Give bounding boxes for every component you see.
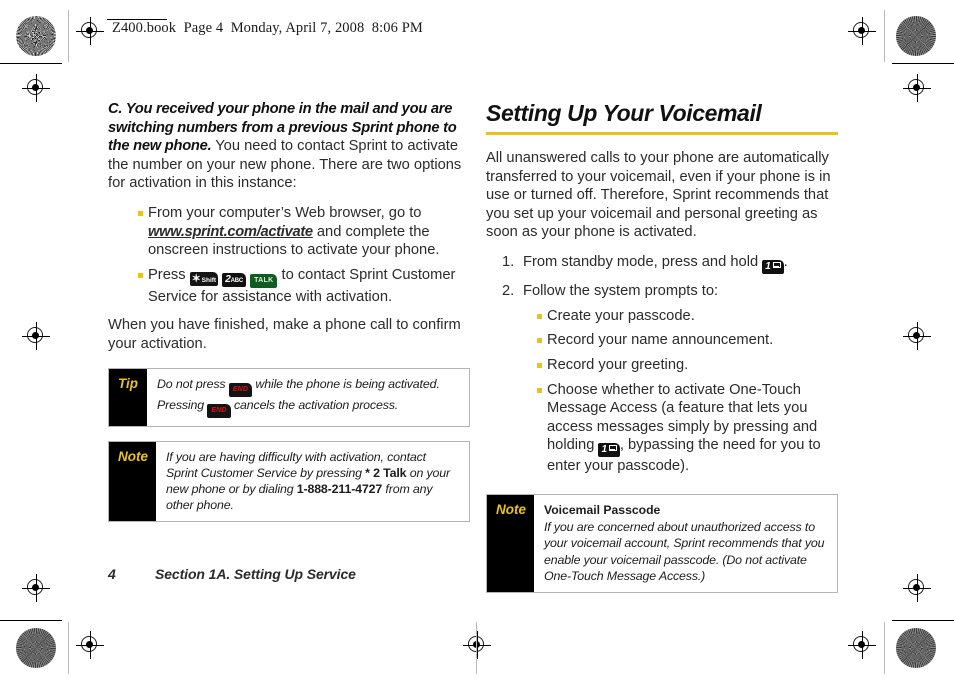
print-density-target-top-left: [16, 16, 56, 56]
asterisk-glyph: ✶: [191, 272, 201, 285]
list-item: Press ✶Shift 2ABC TALK to contact Sprint…: [138, 266, 470, 307]
note-callout-body: Voicemail Passcode If you are concerned a…: [534, 495, 837, 592]
trim-line-left: [68, 10, 69, 62]
shift-key-label: Shift: [201, 276, 217, 284]
note-callout-voicemail: Note Voicemail Passcode If you are concer…: [486, 493, 838, 593]
trim-line-bottom-left-h: [0, 620, 62, 621]
list-item: Choose whether to activate One-Touch Mes…: [537, 381, 838, 476]
envelope-icon: [772, 261, 781, 268]
step-1-post: .: [783, 253, 788, 270]
voicemail-key-icon: 1: [762, 259, 784, 274]
page-footer: 4 Section 1A. Setting Up Service: [108, 566, 356, 582]
print-density-target-bottom-left: [16, 628, 56, 668]
list-item: From standby mode, press and hold 1.: [502, 253, 838, 274]
note-callout-body: If you are having difficulty with activa…: [156, 442, 469, 522]
registration-mark-right-middle: [903, 322, 931, 350]
trim-line-right: [884, 10, 885, 62]
list-item: Follow the system prompts to: Create you…: [502, 282, 838, 476]
registration-mark-bottom-right: [848, 631, 876, 659]
activation-options-list: From your computer’s Web browser, go to …: [108, 204, 470, 306]
registration-mark-bottom-center: [463, 631, 491, 659]
one-key-number: 1: [601, 444, 607, 456]
registration-mark-top-right: [848, 17, 876, 45]
registration-mark-left-lower: [22, 574, 50, 602]
tip-text-c: cancels the activation process.: [230, 397, 399, 412]
paragraph-option-c: C. You received your phone in the mail a…: [108, 100, 470, 193]
registration-mark-right-upper: [903, 74, 931, 102]
note-bold-phone: 1-888-211-4727: [296, 481, 383, 496]
trim-line-right-bottom: [884, 622, 885, 674]
right-column: Setting Up Your Voicemail All unanswered…: [486, 100, 838, 593]
list-item: From your computer’s Web browser, go to …: [138, 204, 470, 260]
list-item: Record your name announcement.: [537, 331, 838, 350]
voicemail-key-icon: 1: [598, 443, 620, 458]
note-bold-keys: * 2 Talk: [365, 465, 407, 480]
registration-mark-left-middle: [22, 322, 50, 350]
tip-callout-label: Tip: [109, 368, 147, 426]
registration-mark-bottom-left: [76, 631, 104, 659]
heading-accent-rule: [486, 132, 838, 135]
note-callout-text: If you are concerned about unauthorized …: [544, 520, 825, 583]
trim-line-left-bottom: [68, 622, 69, 674]
file-slug-line: Z400.book Page 4 Monday, April 7, 2008 8…: [112, 20, 423, 36]
footer-page-number: 4: [108, 566, 116, 582]
trim-line-bottom-right-h: [892, 620, 954, 621]
tip-text-a: Do not press: [157, 376, 229, 391]
one-key-number: 1: [765, 260, 771, 272]
talk-key-icon: TALK: [250, 273, 278, 288]
step-2-pre: Follow the system prompts to:: [523, 282, 719, 299]
envelope-icon: [608, 445, 617, 452]
trim-line-top-left-h: [0, 63, 62, 64]
note-callout-activation: Note If you are having difficulty with a…: [108, 440, 470, 523]
note-callout-label: Note: [109, 441, 156, 522]
tip-callout: Tip Do not press END while the phone is …: [108, 367, 470, 427]
trim-line-center-bottom: [476, 622, 477, 674]
paragraph-voicemail-intro: All unanswered calls to your phone are a…: [486, 150, 831, 241]
bullet-1-pre: From your computer’s Web browser, go to: [148, 204, 422, 221]
paragraph-closing: When you have finished, make a phone cal…: [108, 317, 461, 352]
registration-mark-left-upper: [22, 74, 50, 102]
list-item: Create your passcode.: [537, 307, 838, 326]
voicemail-steps-list: From standby mode, press and hold 1. Fol…: [486, 253, 838, 476]
document-page: Z400.book Page 4 Monday, April 7, 2008 8…: [0, 0, 954, 682]
left-column: C. You received your phone in the mail a…: [108, 100, 470, 523]
step-1-pre: From standby mode, press and hold: [523, 253, 763, 270]
footer-section-label: Section 1A. Setting Up Service: [155, 566, 356, 582]
tip-callout-body: Do not press END while the phone is bein…: [147, 369, 469, 426]
note-callout-title: Voicemail Passcode: [544, 502, 661, 517]
shift-key-icon: ✶Shift: [189, 271, 219, 286]
registration-mark-right-lower: [903, 574, 931, 602]
print-density-target-bottom-right: [896, 628, 936, 668]
list-item: Record your greeting.: [537, 356, 838, 375]
sprint-activate-link[interactable]: www.sprint.com/activate: [148, 224, 313, 240]
registration-mark-top-left: [76, 17, 104, 45]
print-density-target-top-right: [896, 16, 936, 56]
voicemail-substeps-list: Create your passcode. Record your name a…: [523, 307, 838, 476]
trim-line-top-right-h: [892, 63, 954, 64]
end-key-icon: END: [228, 382, 253, 397]
end-key-icon: END: [207, 403, 231, 418]
two-key-label: ABC: [230, 277, 244, 284]
two-abc-key-icon: 2ABC: [222, 272, 246, 287]
note-callout-label: Note: [487, 494, 534, 592]
bullet-2-pre: Press: [148, 266, 190, 283]
page-title: Setting Up Your Voicemail: [486, 100, 762, 126]
